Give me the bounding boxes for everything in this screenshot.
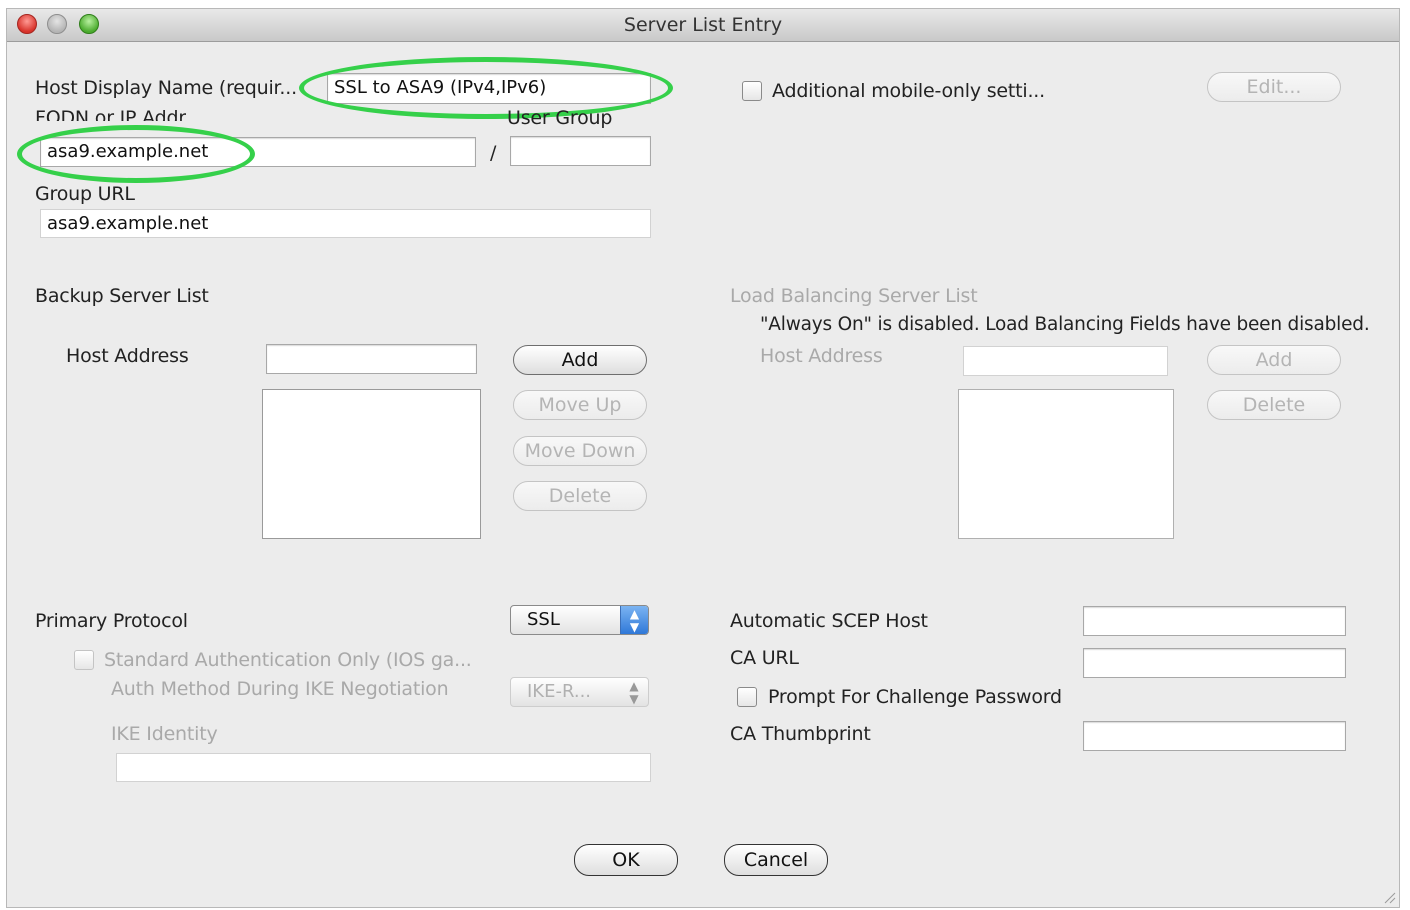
load-balancing-title: Load Balancing Server List	[730, 285, 978, 307]
user-group-label: User Group	[507, 107, 613, 129]
standard-auth-only-checkbox[interactable]	[74, 650, 94, 670]
title-bar[interactable]: Server List Entry	[7, 9, 1399, 42]
primary-protocol-select[interactable]: SSL ▲ ▼	[510, 605, 649, 635]
backup-server-listbox[interactable]	[262, 389, 481, 539]
lb-host-address-input[interactable]	[963, 346, 1168, 376]
updown-arrows-icon: ▲ ▼	[620, 606, 648, 634]
ike-identity-input[interactable]	[116, 753, 651, 782]
window-title: Server List Entry	[623, 14, 783, 36]
ok-button[interactable]: OK	[574, 844, 678, 876]
updown-arrows-icon: ▲ ▼	[629, 679, 639, 706]
additional-mobile-settings-checkbox[interactable]	[742, 81, 762, 101]
prompt-challenge-password-checkbox[interactable]	[737, 687, 757, 707]
backup-host-address-input[interactable]	[266, 344, 477, 374]
additional-mobile-settings-label: Additional mobile-only setti...	[772, 80, 1045, 102]
server-list-entry-window: Server List Entry Host Display Name (req…	[6, 8, 1400, 908]
backup-move-down-button[interactable]: Move Down	[513, 436, 647, 466]
backup-move-up-button[interactable]: Move Up	[513, 390, 647, 420]
fqdn-label: FQDN or IP Addr	[35, 107, 186, 121]
standard-auth-only-label: Standard Authentication Only (IOS ga...	[104, 649, 472, 671]
ca-url-input[interactable]	[1083, 648, 1346, 678]
lb-host-address-label: Host Address	[760, 345, 883, 367]
highlight-ring-display-name	[299, 57, 673, 119]
backup-server-list-title: Backup Server List	[35, 285, 209, 307]
group-url-input[interactable]: asa9.example.net	[40, 209, 651, 238]
fqdn-group-separator: /	[490, 142, 497, 164]
automatic-scep-host-label: Automatic SCEP Host	[730, 610, 928, 632]
backup-delete-button[interactable]: Delete	[513, 481, 647, 511]
backup-add-button[interactable]: Add	[513, 345, 647, 375]
auth-method-value: IKE-R...	[527, 681, 592, 702]
ike-identity-label: IKE Identity	[111, 723, 218, 745]
resize-grip-icon[interactable]	[1382, 890, 1396, 904]
lb-server-listbox[interactable]	[958, 389, 1174, 539]
prompt-challenge-password-label: Prompt For Challenge Password	[768, 686, 1062, 708]
primary-protocol-label: Primary Protocol	[35, 610, 188, 632]
highlight-ring-fqdn	[17, 125, 255, 183]
ca-url-label: CA URL	[730, 647, 799, 669]
auth-method-label: Auth Method During IKE Negotiation	[111, 678, 449, 700]
group-url-label: Group URL	[35, 183, 135, 205]
ca-thumbprint-input[interactable]	[1083, 721, 1346, 751]
lb-delete-button[interactable]: Delete	[1207, 390, 1341, 420]
edit-mobile-settings-button[interactable]: Edit...	[1207, 72, 1341, 102]
automatic-scep-host-input[interactable]	[1083, 606, 1346, 636]
load-balancing-notice: "Always On" is disabled. Load Balancing …	[760, 314, 1370, 335]
ca-thumbprint-label: CA Thumbprint	[730, 723, 871, 745]
user-group-input[interactable]	[510, 136, 651, 166]
primary-protocol-value: SSL	[527, 609, 560, 630]
lb-add-button[interactable]: Add	[1207, 345, 1341, 375]
auth-method-select[interactable]: IKE-R... ▲ ▼	[510, 677, 649, 707]
cancel-button[interactable]: Cancel	[724, 844, 828, 876]
backup-host-address-label: Host Address	[66, 345, 189, 367]
host-display-name-label: Host Display Name (requir...	[35, 77, 297, 99]
